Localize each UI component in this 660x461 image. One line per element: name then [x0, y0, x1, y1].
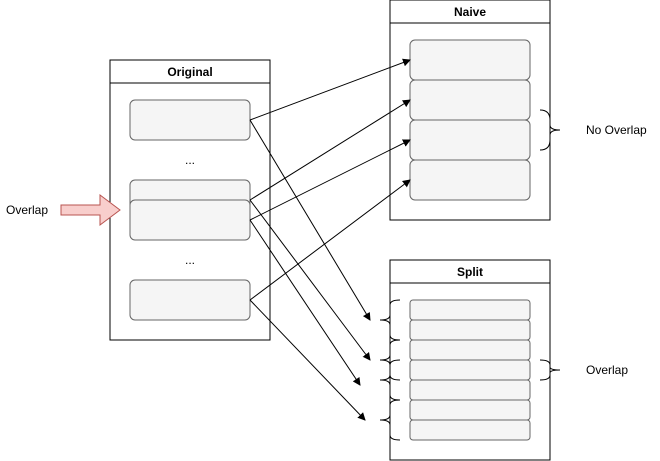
original-ellipsis-top: ... — [185, 153, 195, 167]
split-block-2 — [409, 319, 531, 341]
split-title: Split — [457, 265, 483, 279]
original-title: Original — [167, 65, 212, 79]
edge-o1-naive — [249, 58, 411, 121]
naive-connectors — [249, 58, 411, 301]
naive-title: Naive — [454, 5, 486, 19]
split-panel: Split Overlap — [379, 259, 628, 461]
original-ellipsis-bottom: ... — [185, 253, 195, 267]
split-block-7 — [409, 419, 531, 441]
split-annotation: Overlap — [586, 363, 628, 377]
naive-block-4 — [409, 159, 531, 201]
overlap-indicator: Overlap — [6, 194, 121, 226]
edge-o3-naive — [249, 139, 411, 221]
naive-annotation: No Overlap — [586, 123, 647, 137]
naive-block-1 — [409, 39, 531, 81]
original-block-4 — [129, 279, 251, 321]
naive-block-3 — [409, 119, 531, 161]
original-block-1 — [129, 99, 251, 141]
overlap-label: Overlap — [6, 203, 48, 217]
split-block-1 — [409, 299, 531, 321]
split-block-4 — [409, 359, 531, 381]
split-block-6 — [409, 399, 531, 421]
naive-panel: Naive No Overlap — [389, 0, 647, 221]
edge-o2-naive — [249, 99, 411, 201]
diagram-canvas: Original ... ... Overlap Naive No Overla… — [6, 0, 647, 461]
edge-o4-split — [249, 299, 366, 421]
naive-block-2 — [409, 79, 531, 121]
split-block-3 — [409, 339, 531, 361]
original-block-3 — [129, 199, 251, 241]
edge-o4-naive — [249, 179, 411, 301]
split-block-5 — [409, 379, 531, 401]
original-panel: Original ... ... — [109, 59, 271, 341]
